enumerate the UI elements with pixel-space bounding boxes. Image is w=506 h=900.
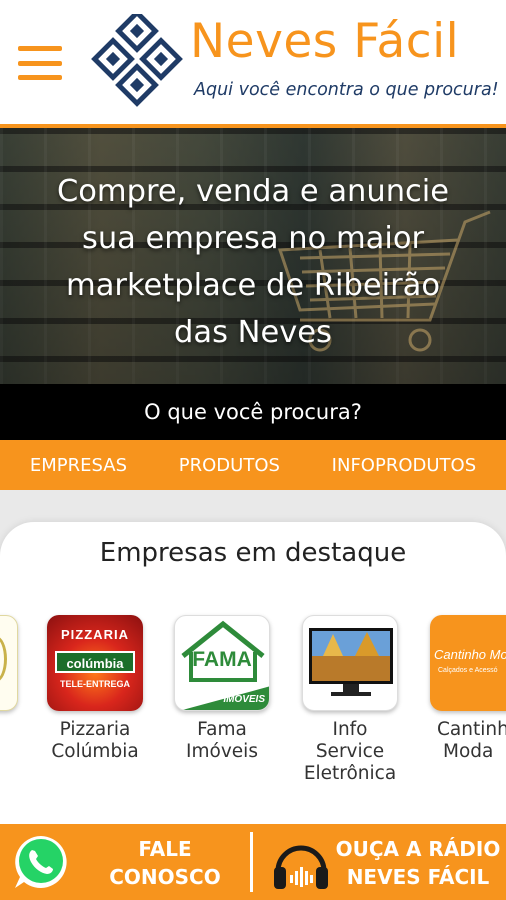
company-name: Cantinh Moda bbox=[423, 719, 506, 763]
category-tabs: EMPRESAS PRODUTOS INFOPRODUTOS bbox=[0, 440, 506, 490]
logo-text: TELE-ENTREGA bbox=[59, 679, 130, 689]
featured-companies-card: Empresas em destaque nas PIZZARIA colúmb… bbox=[0, 522, 506, 824]
company-name: Info Service Eletrônica bbox=[295, 719, 405, 785]
company-name: Fama Imóveis bbox=[167, 719, 277, 763]
company-logo bbox=[0, 615, 18, 711]
logo-text: FAMA bbox=[192, 648, 252, 671]
tv-icon bbox=[309, 628, 393, 696]
company-name-line: Colúmbia bbox=[51, 741, 139, 762]
company-logo: Cantinho Moc Calçados e Acessó bbox=[430, 615, 506, 711]
brand-tagline: Aqui você encontra o que procura! bbox=[194, 80, 499, 100]
whatsapp-icon[interactable] bbox=[12, 833, 70, 891]
company-name-line: Fama bbox=[197, 719, 247, 740]
hero-line: das Neves bbox=[174, 315, 332, 350]
company-logo: FAMA IMÓVEIS bbox=[174, 615, 270, 711]
brand-name: Neves Fácil bbox=[190, 14, 460, 69]
hero-line: marketplace de Ribeirão bbox=[66, 268, 440, 303]
company-name-line: Pizzaria bbox=[59, 719, 131, 740]
footer-divider bbox=[250, 832, 253, 892]
company-name-line: Service bbox=[315, 741, 385, 762]
radio-label-line: NEVES FÁCIL bbox=[346, 865, 490, 889]
company-name-line: Eletrônica bbox=[303, 763, 397, 784]
footer-bar: FALE CONOSCO OUÇA A RÁDIO NEVES FÁCIL bbox=[0, 824, 506, 900]
contact-label-line: CONOSCO bbox=[109, 865, 221, 889]
company-logo bbox=[302, 615, 398, 711]
radio-label-line: OUÇA A RÁDIO bbox=[335, 837, 501, 861]
hero-headline: Compre, venda e anuncie sua empresa no m… bbox=[0, 168, 506, 356]
radio-button[interactable]: OUÇA A RÁDIO NEVES FÁCIL bbox=[334, 835, 502, 891]
hero-banner: Compre, venda e anuncie sua empresa no m… bbox=[0, 128, 506, 384]
logo-text: colúmbia bbox=[55, 651, 135, 673]
company-item-fama-imoveis[interactable]: FAMA IMÓVEIS Fama Imóveis bbox=[167, 615, 277, 763]
contact-button[interactable]: FALE CONOSCO bbox=[90, 835, 240, 891]
company-name: Pizzaria Colúmbia bbox=[40, 719, 150, 763]
hero-line: sua empresa no maior bbox=[81, 221, 425, 256]
tab-empresas[interactable]: EMPRESAS bbox=[30, 455, 127, 476]
company-name-line: Moda bbox=[443, 741, 494, 762]
logo-text: Cantinho Moc bbox=[434, 647, 506, 662]
app-header: Neves Fácil Aqui você encontra o que pro… bbox=[0, 0, 506, 128]
logo-text: IMÓVEIS bbox=[223, 694, 265, 705]
company-item-info-service[interactable]: Info Service Eletrônica bbox=[295, 615, 405, 785]
company-logo: PIZZARIA colúmbia TELE-ENTREGA bbox=[47, 615, 143, 711]
headphones-icon[interactable] bbox=[270, 835, 332, 893]
company-item-pizzaria-columbia[interactable]: PIZZARIA colúmbia TELE-ENTREGA Pizzaria … bbox=[40, 615, 150, 763]
featured-title: Empresas em destaque bbox=[99, 538, 407, 568]
logo-text: PIZZARIA bbox=[61, 627, 129, 642]
search-prompt-bar[interactable]: O que você procura? bbox=[0, 384, 506, 440]
company-name-line: Info bbox=[332, 719, 368, 740]
hero-line: Compre, venda e anuncie bbox=[56, 174, 450, 209]
tab-infoprodutos[interactable]: INFOPRODUTOS bbox=[332, 455, 476, 476]
menu-icon[interactable] bbox=[18, 46, 62, 80]
company-name-line: Imóveis bbox=[186, 741, 258, 762]
search-prompt-label: O que você procura? bbox=[144, 400, 362, 424]
logo-text: Calçados e Acessó bbox=[438, 667, 498, 674]
company-name-line: Cantinh bbox=[437, 719, 506, 740]
company-name: nas bbox=[0, 719, 25, 763]
tab-produtos[interactable]: PRODUTOS bbox=[179, 455, 280, 476]
contact-label-line: FALE bbox=[138, 837, 192, 861]
company-item-cantinho-modas[interactable]: Cantinho Moc Calçados e Acessó Cantinh M… bbox=[423, 615, 506, 763]
company-item[interactable]: nas bbox=[0, 615, 25, 763]
company-name-line: nas bbox=[0, 741, 25, 763]
neves-facil-logo bbox=[91, 14, 183, 107]
